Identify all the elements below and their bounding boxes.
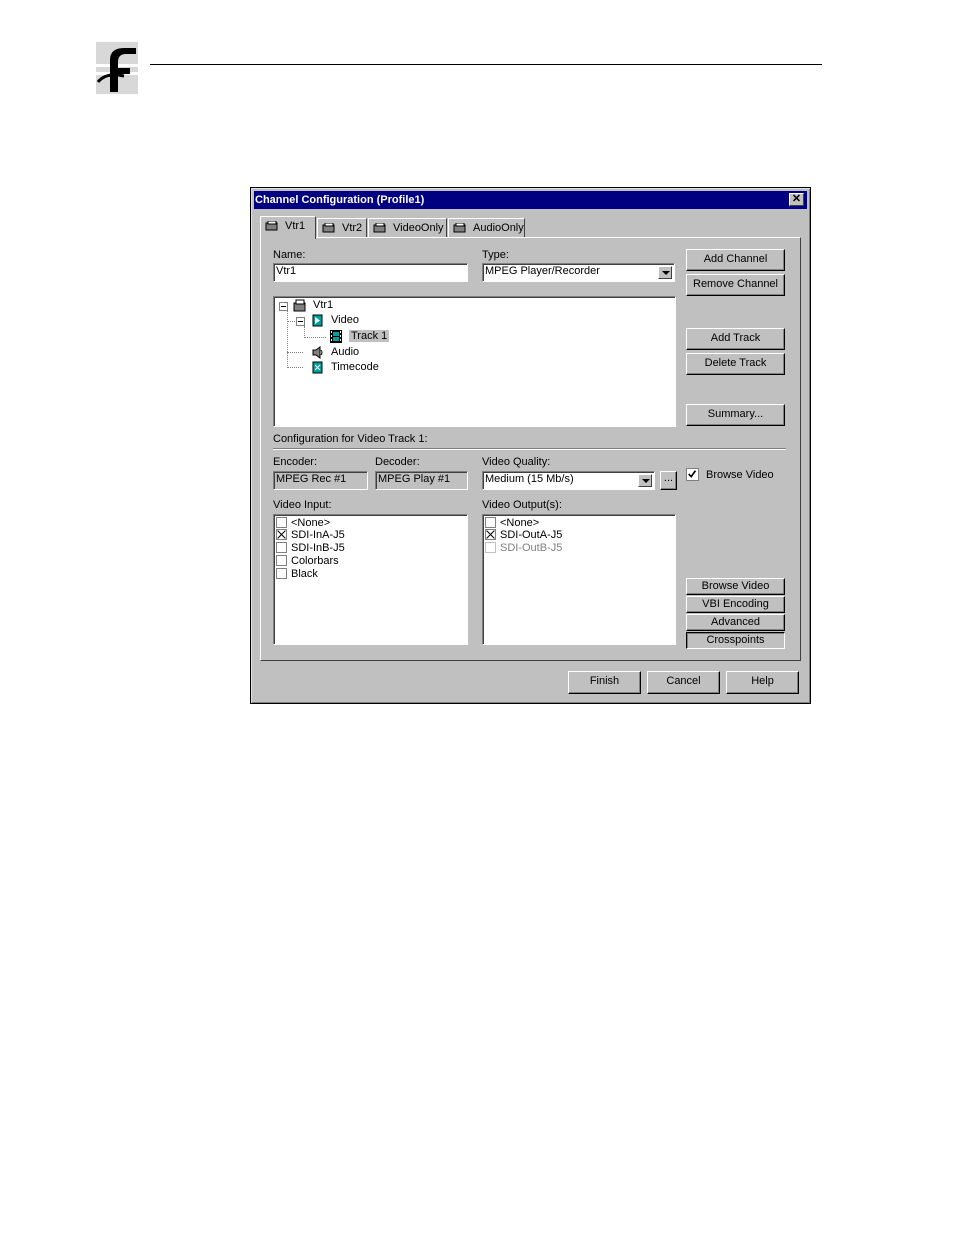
- checked-box-icon[interactable]: [485, 528, 496, 540]
- browse-video-button[interactable]: Browse Video: [686, 578, 785, 595]
- channel-tree[interactable]: Vtr1 Video Track 1 Audio Timecode: [273, 296, 676, 427]
- vtr-icon: [265, 221, 278, 231]
- video-quality-select[interactable]: Medium (15 Mb/s): [482, 471, 655, 490]
- checkbox-icon: [686, 468, 699, 481]
- list-item[interactable]: SDI-InB-J5: [276, 541, 345, 555]
- vbi-encoding-button[interactable]: VBI Encoding: [686, 596, 785, 613]
- vtr-icon: [453, 223, 466, 233]
- video-quality-more-button[interactable]: ...: [660, 471, 677, 490]
- close-button[interactable]: ✕: [789, 193, 804, 206]
- tab-audioonly[interactable]: AudioOnly: [448, 218, 525, 238]
- collapse-icon[interactable]: [296, 317, 305, 326]
- encoder-label: Encoder:: [273, 456, 318, 468]
- checkbox-icon[interactable]: [276, 554, 287, 566]
- list-item[interactable]: Black: [276, 567, 318, 581]
- list-item[interactable]: SDI-OutA-J5: [485, 528, 562, 542]
- tab-videoonly[interactable]: VideoOnly: [368, 218, 447, 238]
- tree-item-video[interactable]: Video: [311, 313, 359, 328]
- tree-item-audio[interactable]: Audio: [311, 345, 359, 360]
- section-divider: [273, 448, 786, 450]
- tab-label: Vtr2: [342, 222, 363, 234]
- summary-button[interactable]: Summary...: [686, 404, 785, 426]
- timecode-icon: [312, 361, 323, 374]
- header-rule: [150, 64, 822, 65]
- chevron-down-icon[interactable]: [658, 266, 672, 279]
- advanced-button[interactable]: Advanced: [686, 614, 785, 631]
- vtr-icon: [293, 299, 306, 312]
- checkbox-icon[interactable]: [276, 541, 287, 553]
- vtr-icon: [322, 223, 335, 233]
- type-select[interactable]: MPEG Player/Recorder: [482, 263, 675, 282]
- tree-label: Timecode: [331, 361, 379, 373]
- remove-channel-button[interactable]: Remove Channel: [686, 274, 785, 296]
- video-input-label: Video Input:: [273, 499, 332, 511]
- tree-label: Video: [331, 314, 359, 326]
- list-item[interactable]: SDI-InA-J5: [276, 528, 345, 542]
- tree-label: Track 1: [349, 330, 390, 342]
- tab-label: Vtr1: [285, 220, 306, 232]
- add-track-button[interactable]: Add Track: [686, 328, 785, 350]
- video-quality-label: Video Quality:: [482, 456, 551, 468]
- tree-item-track1[interactable]: Track 1: [329, 329, 390, 344]
- tree-item-vtr1[interactable]: Vtr1: [293, 298, 333, 313]
- checkbox-icon[interactable]: [276, 516, 287, 528]
- crosspoints-button[interactable]: Crosspoints: [686, 632, 785, 649]
- speaker-icon: [312, 345, 323, 359]
- video-output-list[interactable]: <None> SDI-OutA-J5 SDI-OutB-J5: [482, 514, 676, 645]
- cancel-button[interactable]: Cancel: [647, 671, 720, 694]
- dialog-title: Channel Configuration (Profile1): [255, 194, 425, 206]
- tree-item-timecode[interactable]: Timecode: [311, 360, 379, 375]
- video-output-label: Video Output(s):: [482, 499, 562, 511]
- video-input-list[interactable]: <None> SDI-InA-J5 SDI-InB-J5 Colorbars B…: [273, 514, 468, 645]
- checkbox-icon: [485, 541, 496, 553]
- tab-vtr1[interactable]: Vtr1: [260, 216, 316, 239]
- browse-video-label: Browse Video: [706, 469, 774, 482]
- chevron-down-icon[interactable]: [638, 474, 652, 487]
- config-title: Configuration for Video Track 1:: [273, 433, 428, 445]
- decoder-label: Decoder:: [375, 456, 420, 468]
- checkbox-icon[interactable]: [276, 567, 287, 579]
- help-button[interactable]: Help: [726, 671, 799, 694]
- tab-label: AudioOnly: [473, 222, 524, 234]
- delete-track-button[interactable]: Delete Track: [686, 353, 785, 375]
- decoder-field: MPEG Play #1: [375, 471, 468, 490]
- vtr-icon: [373, 223, 386, 233]
- checkbox-icon[interactable]: [485, 516, 496, 528]
- tab-vtr2[interactable]: Vtr2: [317, 218, 367, 238]
- list-item[interactable]: Colorbars: [276, 554, 339, 568]
- title-bar: Channel Configuration (Profile1) ✕: [254, 191, 807, 209]
- name-input[interactable]: Vtr1: [273, 263, 468, 282]
- collapse-icon[interactable]: [279, 302, 288, 311]
- add-channel-button[interactable]: Add Channel: [686, 249, 785, 271]
- finish-button[interactable]: Finish: [568, 671, 641, 694]
- list-item: SDI-OutB-J5: [485, 541, 562, 555]
- channel-configuration-dialog: Channel Configuration (Profile1) ✕ Vtr1 …: [250, 187, 811, 704]
- type-value: MPEG Player/Recorder: [485, 265, 600, 277]
- tab-label: VideoOnly: [393, 222, 444, 234]
- close-icon: ✕: [791, 193, 802, 205]
- tree-label: Vtr1: [313, 299, 334, 311]
- tree-label: Audio: [331, 346, 360, 358]
- encoder-field: MPEG Rec #1: [273, 471, 368, 490]
- type-label: Type:: [482, 249, 509, 261]
- checked-box-icon[interactable]: [276, 528, 287, 540]
- browse-video-checkbox[interactable]: Browse Video: [686, 468, 774, 482]
- company-logo: [96, 42, 138, 94]
- name-label: Name:: [273, 249, 306, 261]
- video-icon: [312, 314, 323, 327]
- video-quality-value: Medium (15 Mb/s): [485, 473, 574, 485]
- film-icon: [330, 329, 342, 343]
